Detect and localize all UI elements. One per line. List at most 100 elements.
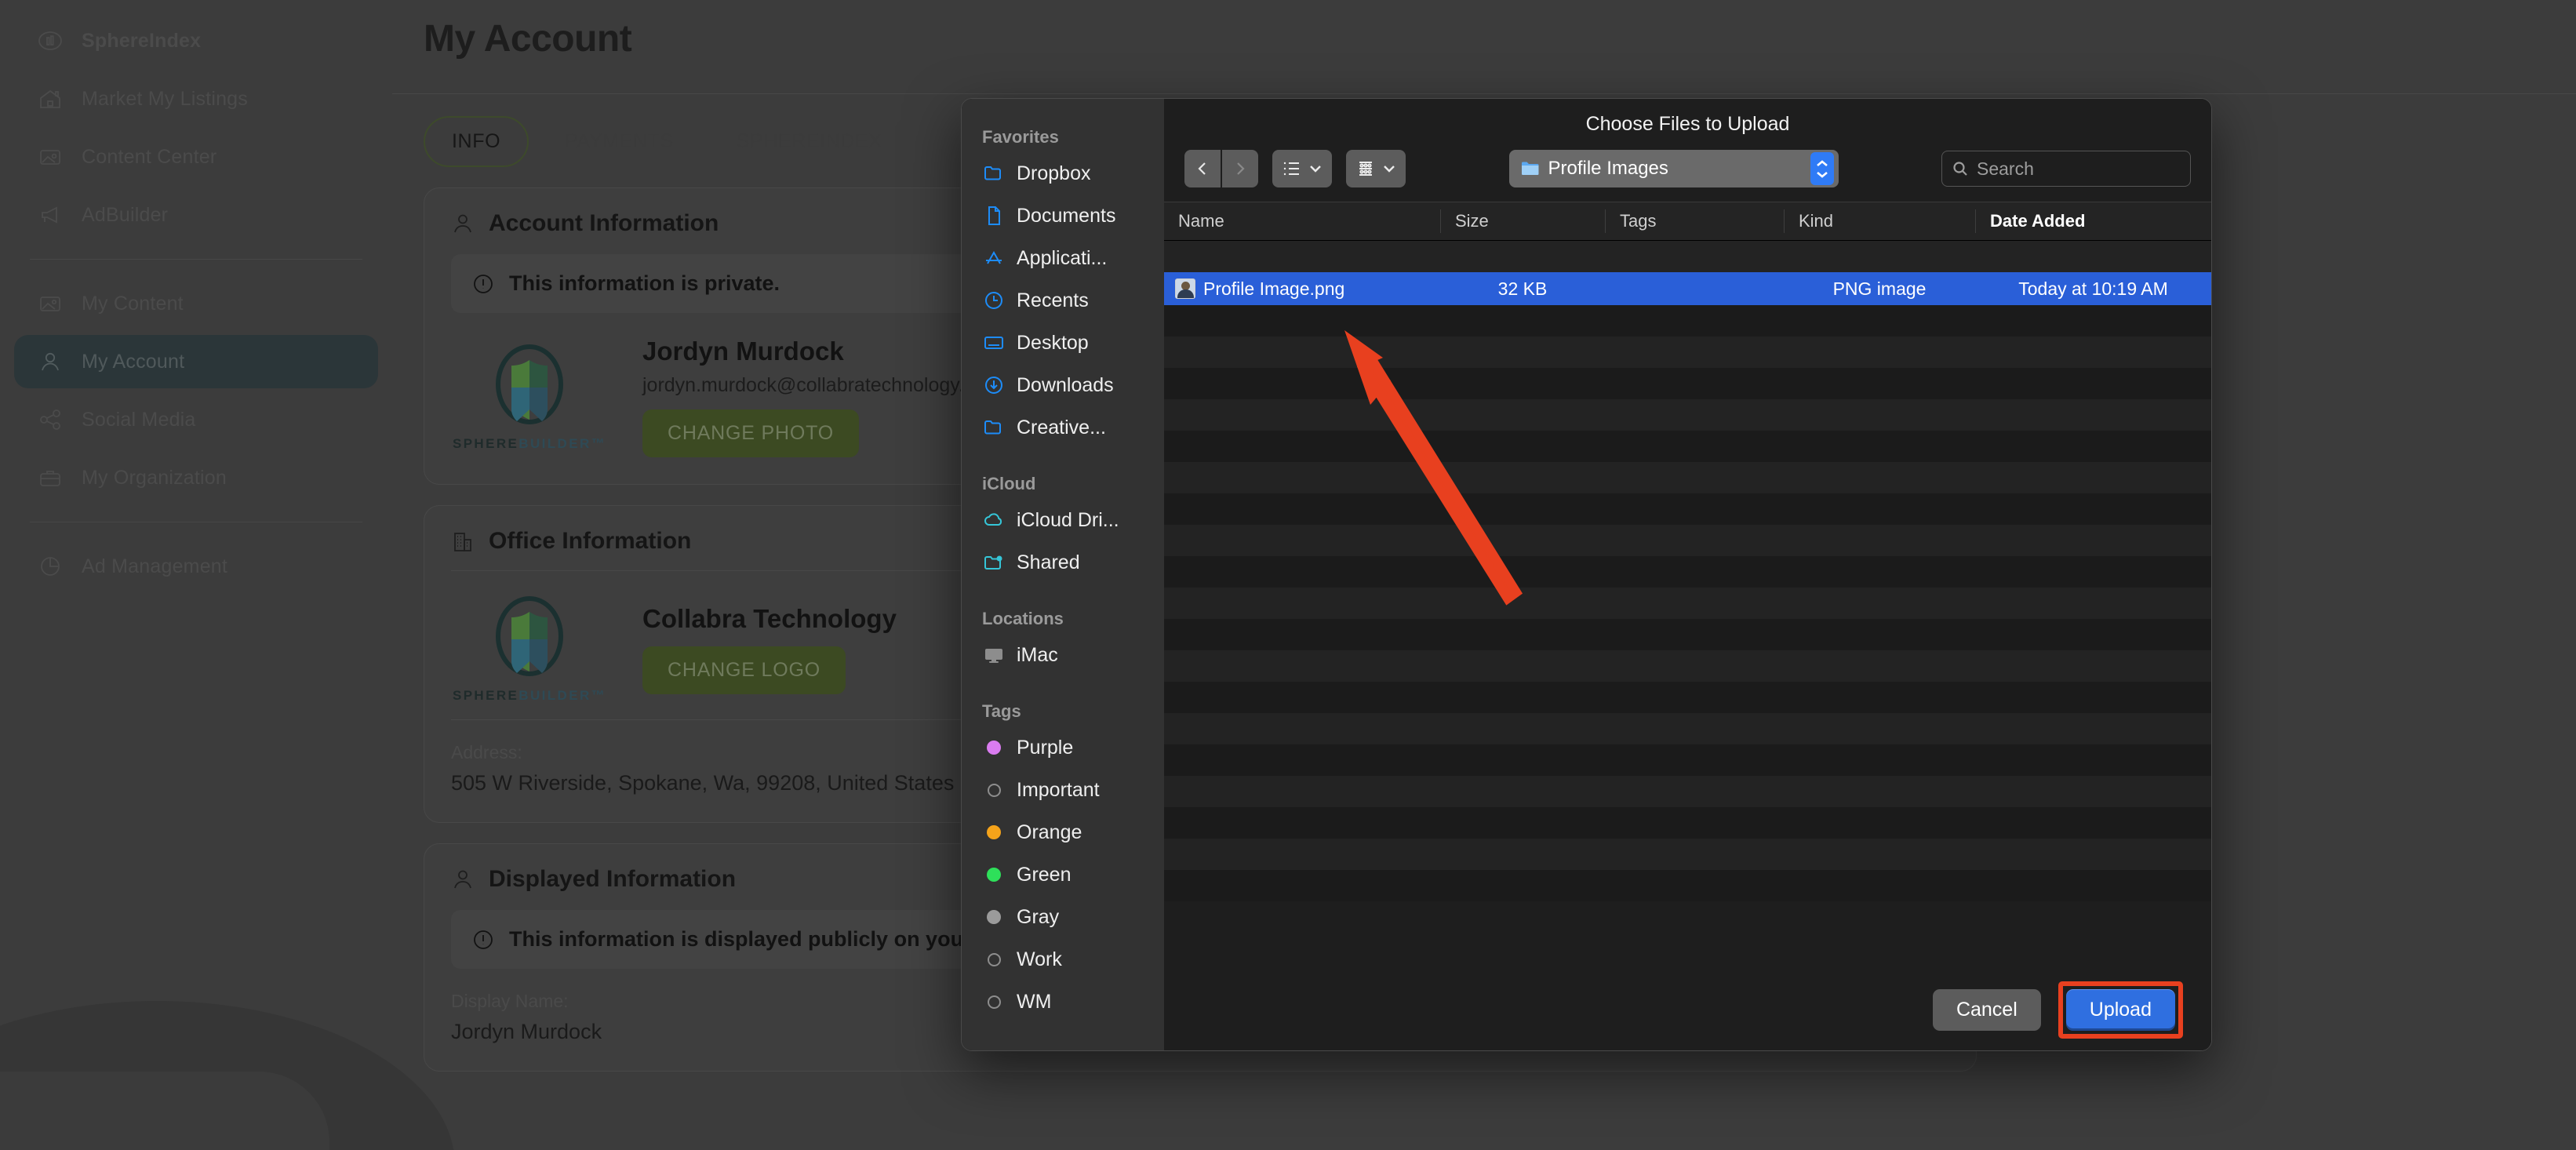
sidebar-item-social-media[interactable]: Social Media [14, 393, 378, 446]
group-view-button[interactable] [1346, 150, 1406, 187]
spherebuilder-wordmark: SPHEREBUILDER™ [452, 435, 607, 451]
sidebar-item-adbuilder[interactable]: AdBuilder [14, 188, 378, 242]
sidebar-item-label: Important [1017, 778, 1100, 801]
tab-info[interactable]: INFO [424, 116, 529, 167]
table-row[interactable] [1164, 776, 2211, 807]
table-row-selected[interactable]: Profile Image.png 32 KB PNG image Today … [1164, 272, 2211, 305]
column-header-tags[interactable]: Tags [1605, 209, 1784, 233]
table-row[interactable] [1164, 870, 2211, 901]
sidebar-item-label: SphereIndex [82, 29, 202, 52]
path-stepper[interactable] [1810, 152, 1834, 185]
table-row[interactable] [1164, 682, 2211, 713]
table-row[interactable] [1164, 337, 2211, 368]
table-row[interactable] [1164, 241, 2211, 272]
sidebar-group-locations: Locations [982, 609, 1064, 628]
image-icon [36, 289, 64, 318]
sidebar-item-label: Applicati... [1017, 246, 1108, 269]
path-popup-button[interactable]: Profile Images [1508, 150, 1839, 187]
sidebar-item-sphereindex[interactable]: SphereIndex [14, 14, 378, 67]
sidebar-item-my-content[interactable]: My Content [14, 277, 378, 330]
screen: SphereIndex Market My Listings Content C… [0, 0, 2576, 1150]
chevron-left-icon [1198, 162, 1206, 175]
sidebar-item-tag-orange[interactable]: Orange [962, 811, 1164, 853]
account-notice-text: This information is private. [509, 271, 780, 295]
sidebar-item-label: Shared [1017, 551, 1080, 573]
file-list-rows[interactable]: Profile Image.png 32 KB PNG image Today … [1164, 241, 2211, 969]
column-header-size[interactable]: Size [1440, 209, 1605, 233]
list-view-button[interactable] [1272, 150, 1332, 187]
upload-button[interactable]: Upload [2065, 988, 2175, 1031]
sidebar-item-label: My Content [82, 292, 184, 315]
sidebar-item-label: Downloads [1017, 373, 1114, 396]
column-header-date-added[interactable]: Date Added [1975, 209, 2211, 233]
sidebar-item-imac[interactable]: iMac [962, 634, 1164, 676]
imac-icon [982, 643, 1006, 667]
spherebuilder-wordmark: SPHEREBUILDER™ [452, 688, 607, 703]
account-user-email: jordyn.murdock@collabratechnology.com [642, 374, 1002, 396]
sidebar-item-label: Content Center [82, 145, 217, 168]
change-logo-button[interactable]: CHANGE LOGO [642, 646, 846, 694]
tag-dot-icon [982, 821, 1006, 844]
displayed-card-title: Displayed Information [489, 866, 737, 892]
sidebar-item-my-organization[interactable]: My Organization [14, 451, 378, 504]
image-stack-icon [36, 143, 64, 171]
sidebar-item-label: Creative... [1017, 416, 1106, 439]
sidebar-item-label: Ad Management [82, 555, 228, 577]
back-button[interactable] [1184, 150, 1221, 187]
navigation-segmented-control [1184, 150, 1258, 187]
forward-button[interactable] [1222, 150, 1258, 187]
sidebar-item-tag-wm[interactable]: WM [962, 981, 1164, 1023]
sidebar-item-tag-gray[interactable]: Gray [962, 896, 1164, 938]
column-header-name[interactable]: Name [1164, 209, 1440, 233]
column-header-kind[interactable]: Kind [1784, 209, 1975, 233]
sidebar-group-tags: Tags [982, 701, 1021, 721]
search-input[interactable]: Search [1941, 151, 2191, 187]
table-row[interactable] [1164, 431, 2211, 462]
tab-sphereindex[interactable]: SPHEREINDEX [710, 118, 909, 166]
sidebar-item-tag-important[interactable]: Important [962, 769, 1164, 811]
tab-payments[interactable]: PAYMENTS [538, 118, 700, 166]
table-row[interactable] [1164, 368, 2211, 399]
sidebar-item-tag-purple[interactable]: Purple [962, 726, 1164, 769]
sidebar-item-shared[interactable]: Shared [962, 541, 1164, 584]
sidebar-item-creative[interactable]: Creative... [962, 406, 1164, 449]
account-card-title: Account Information [489, 210, 719, 236]
sidebar-item-content-center[interactable]: Content Center [14, 130, 378, 184]
sidebar-item-ad-management[interactable]: Ad Management [14, 540, 378, 593]
sidebar-item-label: My Organization [82, 466, 227, 489]
sidebar-item-market-my-listings[interactable]: Market My Listings [14, 72, 378, 126]
table-row[interactable] [1164, 619, 2211, 650]
sidebar-item-my-account[interactable]: My Account [14, 335, 378, 388]
sidebar-item-tag-work[interactable]: Work [962, 938, 1164, 981]
tag-dot-icon [982, 736, 1006, 759]
sidebar-item-tag-green[interactable]: Green [962, 853, 1164, 896]
sidebar-item-icloud-drive[interactable]: iCloud Dri... [962, 499, 1164, 541]
table-row[interactable] [1164, 588, 2211, 619]
table-row[interactable] [1164, 525, 2211, 556]
sidebar-item-label: Green [1017, 863, 1072, 886]
change-photo-button[interactable]: CHANGE PHOTO [642, 409, 859, 457]
table-row[interactable] [1164, 556, 2211, 588]
table-row[interactable] [1164, 305, 2211, 337]
sidebar-item-desktop[interactable]: Desktop [962, 322, 1164, 364]
table-row[interactable] [1164, 399, 2211, 431]
table-row[interactable] [1164, 839, 2211, 870]
sidebar-item-downloads[interactable]: Downloads [962, 364, 1164, 406]
table-row[interactable] [1164, 462, 2211, 493]
table-row[interactable] [1164, 744, 2211, 776]
alert-circle-icon [474, 274, 493, 293]
sidebar-item-label: Market My Listings [82, 87, 248, 110]
sidebar-item-recents[interactable]: Recents [962, 279, 1164, 322]
sidebar-item-applications[interactable]: Applicati... [962, 237, 1164, 279]
table-row[interactable] [1164, 713, 2211, 744]
chevron-down-icon [1816, 171, 1828, 178]
table-row[interactable] [1164, 650, 2211, 682]
sidebar-item-dropbox[interactable]: Dropbox [962, 152, 1164, 195]
cancel-button[interactable]: Cancel [1932, 988, 2041, 1031]
sidebar-item-documents[interactable]: Documents [962, 195, 1164, 237]
account-identity-text: Jordyn Murdock jordyn.murdock@collabrate… [642, 337, 1001, 457]
table-row[interactable] [1164, 807, 2211, 839]
sidebar-divider-1 [30, 259, 362, 260]
table-row[interactable] [1164, 493, 2211, 525]
desktop-icon [982, 331, 1006, 355]
